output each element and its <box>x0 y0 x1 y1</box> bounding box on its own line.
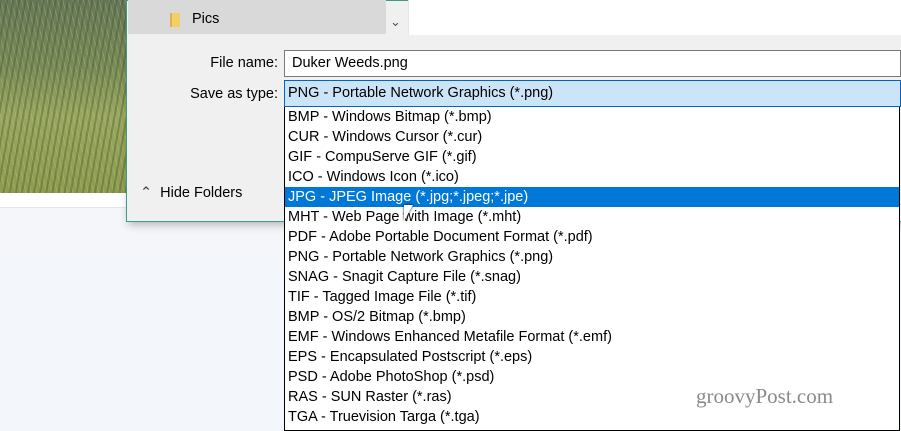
dropdown-option[interactable]: TGA - Truevision Targa (*.tga) <box>285 407 899 427</box>
folder-label: Pics <box>192 11 220 27</box>
dropdown-option[interactable]: EPS - Encapsulated Postscript (*.eps) <box>285 347 899 367</box>
dropdown-option[interactable]: MHT - Web Page with Image (*.mht) <box>285 207 899 227</box>
chevron-down-icon[interactable]: ⌄ <box>390 14 401 30</box>
watermark: groovyPost.com <box>696 384 834 408</box>
dropdown-option[interactable]: EMF - Windows Enhanced Metafile Format (… <box>285 327 899 347</box>
save-type-label: Save as type: <box>190 86 278 102</box>
dropdown-option[interactable]: BMP - OS/2 Bitmap (*.bmp) <box>285 307 899 327</box>
hide-folders-button[interactable]: ⌃ Hide Folders <box>140 185 242 201</box>
background-strip <box>0 193 127 207</box>
folder-item-pics[interactable] <box>128 0 386 34</box>
hide-folders-label: Hide Folders <box>160 185 243 201</box>
background-image <box>0 0 127 193</box>
dropdown-option[interactable]: JPG - JPEG Image (*.jpg;*.jpeg;*.jpe) <box>285 187 899 207</box>
dropdown-option[interactable]: BMP - Windows Bitmap (*.bmp) <box>285 107 899 127</box>
folder-icon <box>170 13 180 27</box>
save-type-dropdown-list[interactable]: BMP - Windows Bitmap (*.bmp) CUR - Window… <box>284 107 900 431</box>
dropdown-option[interactable]: CUR - Windows Cursor (*.cur) <box>285 127 899 147</box>
dropdown-option[interactable]: TIF - Tagged Image File (*.tif) <box>285 287 899 307</box>
dropdown-option[interactable]: PNG - Portable Network Graphics (*.png) <box>285 247 899 267</box>
dropdown-option[interactable]: ICO - Windows Icon (*.ico) <box>285 167 899 187</box>
mouse-cursor-icon <box>404 205 413 221</box>
dropdown-option[interactable]: GIF - CompuServe GIF (*.gif) <box>285 147 899 167</box>
dropdown-option[interactable]: PDF - Adobe Portable Document Format (*.… <box>285 227 899 247</box>
save-type-select[interactable]: PNG - Portable Network Graphics (*.png) <box>284 80 901 107</box>
dropdown-option[interactable]: SNAG - Snagit Capture File (*.snag) <box>285 267 899 287</box>
file-name-label: File name: <box>210 55 278 71</box>
file-pane <box>408 0 901 35</box>
chevron-up-icon: ⌃ <box>140 185 153 201</box>
file-name-input[interactable]: Duker Weeds.png <box>284 50 901 77</box>
